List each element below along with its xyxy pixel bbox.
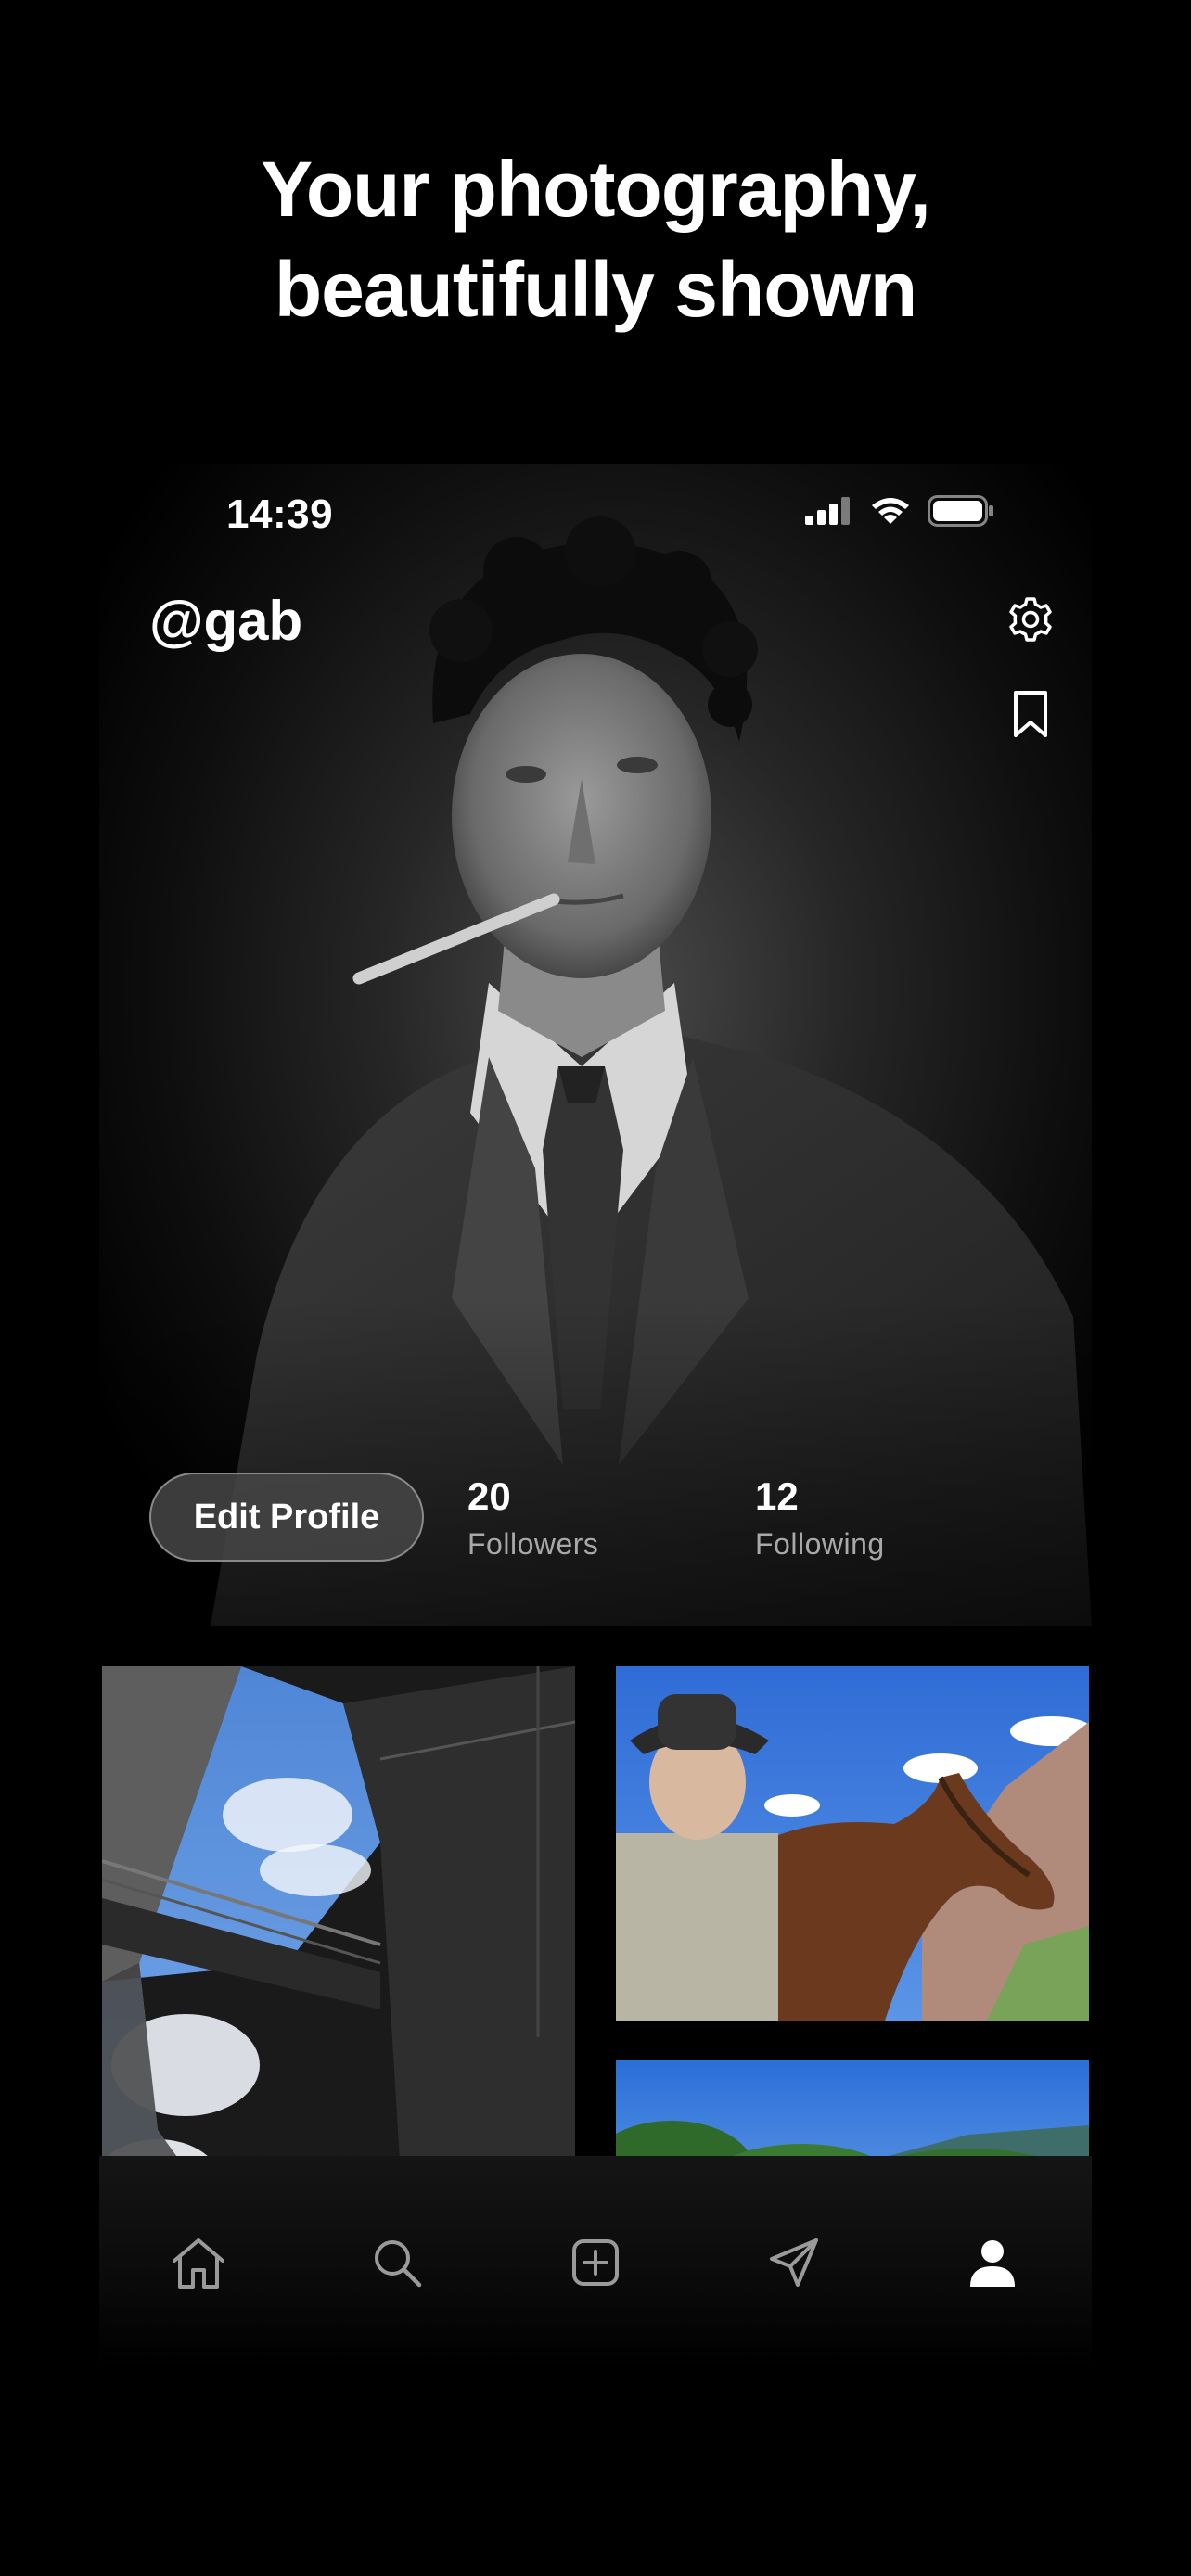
edit-profile-button[interactable]: Edit Profile [149, 1473, 424, 1562]
cellular-signal-icon [805, 497, 853, 529]
tab-bar [99, 2156, 1092, 2369]
battery-icon [928, 495, 994, 531]
bookmark-icon [1014, 691, 1047, 737]
tab-messages[interactable] [757, 2225, 831, 2300]
following-label: Following [755, 1527, 885, 1561]
tab-add-post[interactable] [558, 2225, 633, 2300]
profile-icon [970, 2240, 1015, 2287]
tab-profile[interactable] [955, 2225, 1030, 2300]
profile-cover-photo: 14:39 @gab Edit Profile 20 Followers 12 … [99, 464, 1092, 1626]
tab-home[interactable] [161, 2225, 236, 2300]
headline-line-1: Your photography, [261, 146, 931, 233]
send-icon [770, 2238, 818, 2287]
tab-search[interactable] [360, 2225, 434, 2300]
phone-screen: 14:39 @gab Edit Profile 20 Followers 12 … [99, 464, 1092, 2531]
following-stat[interactable]: 12 Following [755, 1473, 885, 1567]
following-count: 12 [755, 1474, 799, 1518]
settings-button[interactable] [1003, 592, 1058, 647]
headline: Your photography, beautifully shown [0, 139, 1191, 339]
status-time: 14:39 [226, 491, 334, 537]
saved-button[interactable] [1003, 686, 1058, 742]
followers-label: Followers [467, 1527, 599, 1561]
wifi-icon [870, 496, 911, 530]
headline-line-2: beautifully shown [274, 246, 917, 333]
photo-tile-horse[interactable] [616, 1666, 1089, 2021]
search-icon [375, 2240, 422, 2288]
followers-stat[interactable]: 20 Followers [467, 1473, 598, 1567]
add-post-icon [572, 2239, 619, 2286]
gear-icon [1009, 597, 1052, 642]
profile-username: @gab [149, 590, 303, 652]
horse-photo [616, 1666, 1089, 2021]
followers-count: 20 [467, 1474, 511, 1518]
status-icons [805, 495, 994, 531]
home-icon [173, 2238, 224, 2289]
